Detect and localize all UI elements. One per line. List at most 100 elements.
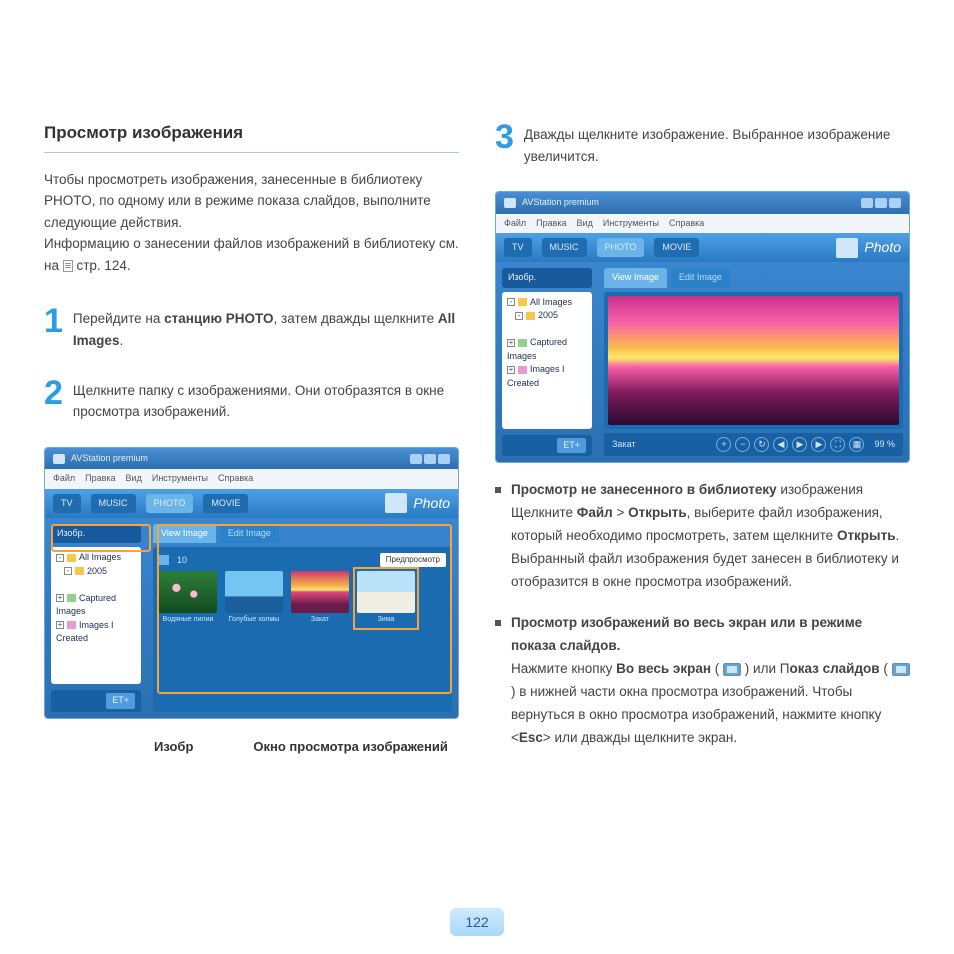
tree-all-images[interactable]: -All Images bbox=[56, 551, 136, 565]
tab-bar: TV MUSIC PHOTO MOVIE Photo bbox=[496, 233, 909, 262]
prev-icon[interactable]: ◀ bbox=[773, 437, 788, 452]
zoom-in-icon[interactable]: + bbox=[716, 437, 731, 452]
tab-tv[interactable]: TV bbox=[504, 238, 532, 258]
slideshow-icon[interactable]: ▦ bbox=[849, 437, 864, 452]
page-number: 122 bbox=[450, 908, 504, 936]
step-number: 1 bbox=[44, 304, 63, 351]
menu-file[interactable]: Файл bbox=[53, 472, 75, 486]
sidebar: Изобр. -All Images -2005 +Captured Image… bbox=[45, 518, 147, 718]
image-name: Закат bbox=[612, 438, 636, 452]
callout-labels: Изобр Окно просмотра изображений bbox=[44, 737, 459, 757]
menubar[interactable]: Файл Правка Вид Инструменты Справка bbox=[496, 214, 909, 234]
tree-all-images[interactable]: -All Images bbox=[507, 296, 587, 310]
control-bar: Закат + − ↻ ◀ ▶ ▶ ⛶ ▦ 99 % bbox=[604, 433, 903, 456]
tab-movie[interactable]: MOVIE bbox=[654, 238, 699, 258]
rotate-icon[interactable]: ↻ bbox=[754, 437, 769, 452]
menu-file[interactable]: Файл bbox=[504, 217, 526, 231]
tree-year[interactable]: -2005 bbox=[56, 565, 136, 579]
folder-tree[interactable]: -All Images -2005 +Captured Images +Imag… bbox=[502, 292, 592, 429]
tab-movie[interactable]: MOVIE bbox=[203, 494, 248, 514]
tree-captured[interactable]: +Captured Images bbox=[56, 592, 136, 619]
sidebar-header: Изобр. bbox=[51, 524, 141, 544]
app-icon bbox=[53, 454, 65, 464]
folder-tree[interactable]: -All Images -2005 +Captured Images +Imag… bbox=[51, 547, 141, 684]
content-pane: View Image Edit Image 10 Предпросмотр Во… bbox=[147, 518, 458, 718]
sidebar-footer: ET+ bbox=[51, 690, 141, 712]
add-button[interactable]: ET+ bbox=[557, 438, 586, 454]
menu-view[interactable]: Вид bbox=[577, 217, 593, 231]
step-3: 3 Дважды щелкните изображение. Выбранное… bbox=[495, 120, 910, 167]
bullet-2: Просмотр изображений во весь экран или в… bbox=[495, 612, 910, 750]
tree-created[interactable]: +Images I Created bbox=[56, 619, 136, 646]
next-icon[interactable]: ▶ bbox=[811, 437, 826, 452]
callout-viewer: Окно просмотра изображений bbox=[253, 737, 447, 757]
sidebar: Изобр. -All Images -2005 +Captured Image… bbox=[496, 262, 598, 462]
zoom-out-icon[interactable]: − bbox=[735, 437, 750, 452]
ctab-edit[interactable]: Edit Image bbox=[671, 268, 730, 288]
step-number: 2 bbox=[44, 376, 63, 423]
ctab-edit[interactable]: Edit Image bbox=[220, 524, 279, 544]
thumb-lily[interactable]: Водяные лилии bbox=[159, 571, 217, 626]
tree-item[interactable] bbox=[507, 323, 587, 337]
thumb-hills[interactable]: Голубые холмы bbox=[225, 571, 283, 626]
tree-captured[interactable]: +Captured Images bbox=[507, 336, 587, 363]
content-pane: View Image Edit Image Закат + − ↻ ◀ ▶ ▶ bbox=[598, 262, 909, 462]
tree-item[interactable] bbox=[56, 578, 136, 592]
tab-music[interactable]: MUSIC bbox=[91, 494, 136, 514]
step-text: Дважды щелкните изображение. Выбранное и… bbox=[524, 120, 910, 167]
menu-tools[interactable]: Инструменты bbox=[603, 217, 659, 231]
brand-label: Photo bbox=[385, 493, 450, 514]
ctab-view[interactable]: View Image bbox=[153, 524, 216, 544]
zoom-percent: 99 % bbox=[874, 438, 895, 452]
menu-edit[interactable]: Правка bbox=[536, 217, 566, 231]
thumb-sunset[interactable]: Закат bbox=[291, 571, 349, 626]
intro-p1: Чтобы просмотреть изображения, занесенны… bbox=[44, 169, 459, 234]
tree-year[interactable]: -2005 bbox=[507, 309, 587, 323]
fullscreen-icon[interactable]: ⛶ bbox=[830, 437, 845, 452]
tab-photo[interactable]: PHOTO bbox=[597, 238, 645, 258]
thumb-icon bbox=[159, 555, 169, 565]
step-text: Щелкните папку с изображениями. Они отоб… bbox=[73, 376, 459, 423]
menu-tools[interactable]: Инструменты bbox=[152, 472, 208, 486]
tab-music[interactable]: MUSIC bbox=[542, 238, 587, 258]
viewer-pane bbox=[604, 292, 903, 430]
menu-help[interactable]: Справка bbox=[218, 472, 253, 486]
viewer-header: 10 Предпросмотр bbox=[159, 553, 446, 567]
app-title: AVStation premium bbox=[522, 196, 599, 210]
ctab-view[interactable]: View Image bbox=[604, 268, 667, 288]
app-screenshot-fullimage: AVStation premium Файл Правка Вид Инстру… bbox=[495, 191, 910, 463]
menu-view[interactable]: Вид bbox=[126, 472, 142, 486]
thumbnail-grid: Водяные лилии Голубые холмы Закат Зима bbox=[159, 571, 446, 626]
full-image[interactable] bbox=[608, 296, 899, 426]
menu-help[interactable]: Справка bbox=[669, 217, 704, 231]
menubar[interactable]: Файл Правка Вид Инструменты Справка bbox=[45, 469, 458, 489]
intro-text: Чтобы просмотреть изображения, занесенны… bbox=[44, 169, 459, 277]
item-count: 10 bbox=[177, 554, 187, 568]
app-title: AVStation premium bbox=[71, 452, 148, 466]
menu-edit[interactable]: Правка bbox=[85, 472, 115, 486]
step-text: Перейдите на станцию PHOTO, затем дважды… bbox=[73, 304, 459, 351]
preview-button[interactable]: Предпросмотр bbox=[380, 553, 446, 567]
window-buttons[interactable] bbox=[861, 198, 901, 208]
photo-icon bbox=[836, 238, 858, 258]
window-buttons[interactable] bbox=[410, 454, 450, 464]
add-button[interactable]: ET+ bbox=[106, 693, 135, 709]
bullet-1: Просмотр не занесенного в библиотеку изо… bbox=[495, 479, 910, 594]
step-1: 1 Перейдите на станцию PHOTO, затем дваж… bbox=[44, 304, 459, 351]
viewer-pane: 10 Предпросмотр Водяные лилии Голубые хо… bbox=[153, 547, 452, 712]
callout-sidebar: Изобр bbox=[154, 737, 193, 757]
photo-icon bbox=[385, 493, 407, 513]
tab-photo[interactable]: PHOTO bbox=[146, 494, 194, 514]
tab-bar: TV MUSIC PHOTO MOVIE Photo bbox=[45, 489, 458, 518]
sidebar-header: Изобр. bbox=[502, 268, 592, 288]
content-tabs: View Image Edit Image bbox=[604, 268, 903, 288]
tree-created[interactable]: +Images I Created bbox=[507, 363, 587, 390]
step-2: 2 Щелкните папку с изображениями. Они от… bbox=[44, 376, 459, 423]
slideshow-inline-icon bbox=[892, 663, 910, 676]
content-tabs: View Image Edit Image bbox=[153, 524, 452, 544]
play-icon[interactable]: ▶ bbox=[792, 437, 807, 452]
tab-tv[interactable]: TV bbox=[53, 494, 81, 514]
thumb-winter[interactable]: Зима bbox=[357, 571, 415, 626]
page-ref-icon bbox=[63, 260, 73, 272]
sidebar-footer: ET+ bbox=[502, 435, 592, 457]
